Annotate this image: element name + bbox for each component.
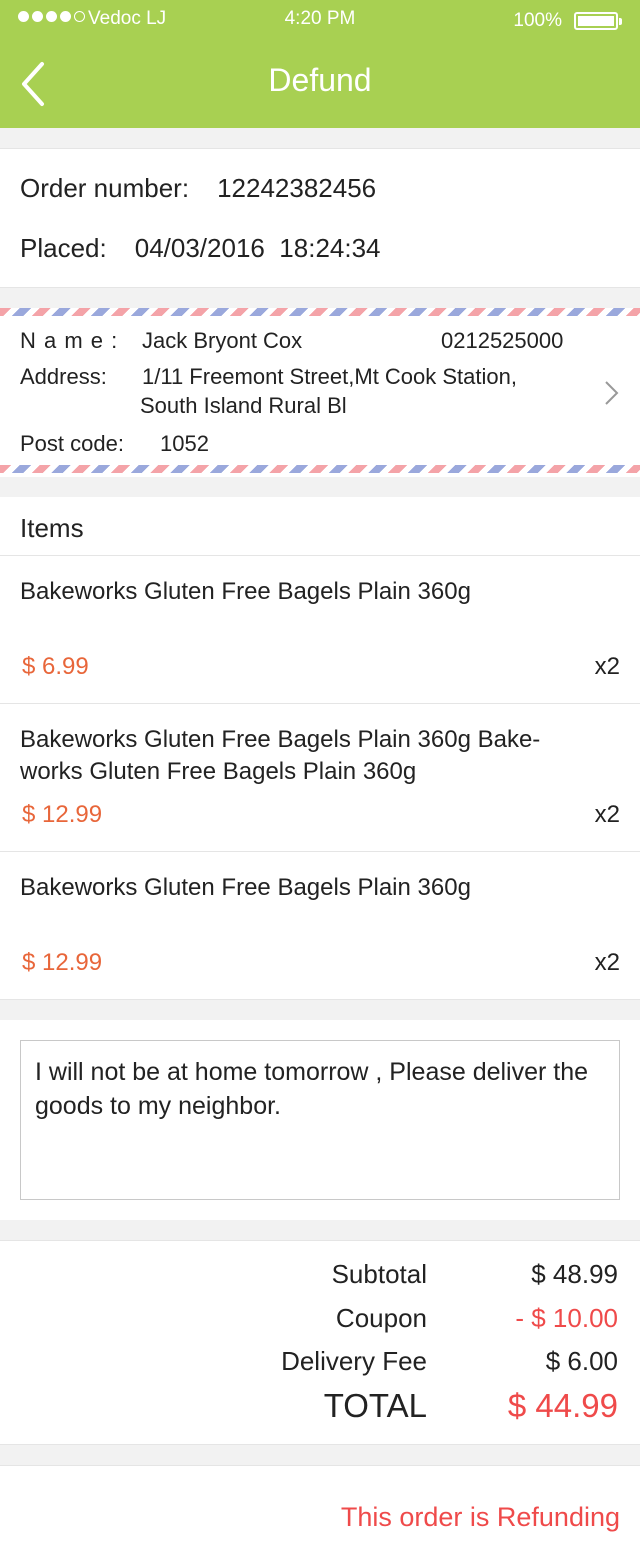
placed-label: Placed: bbox=[20, 233, 107, 263]
coupon-label: Coupon bbox=[335, 1303, 427, 1333]
address-card[interactable]: N a m e : Jack Bryont Cox 0212525000 Add… bbox=[0, 308, 640, 477]
delivery-fee-value: $ 6.00 bbox=[545, 1346, 618, 1376]
delivery-note-field[interactable]: I will not be at home tomorrow , Please … bbox=[20, 1040, 620, 1200]
list-item[interactable]: Bakeworks Gluten Free Bagels Plain 360g … bbox=[0, 555, 640, 703]
coupon-row: Coupon - $ 10.00 bbox=[0, 1303, 640, 1343]
item-name: Bakeworks Gluten Free Bagels Plain 360g … bbox=[20, 726, 541, 785]
address-line-1: 1/11 Freemont Street,Mt Cook Station, bbox=[142, 364, 517, 389]
item-price: $ 6.99 bbox=[22, 653, 89, 680]
battery-percent: 100% bbox=[513, 10, 562, 31]
placed-row: Placed: 04/03/2016 18:24:34 bbox=[20, 233, 381, 264]
delivery-fee-label: Delivery Fee bbox=[281, 1346, 427, 1376]
postcode-value: 1052 bbox=[160, 431, 209, 456]
item-name: Bakeworks Gluten Free Bagels Plain 360g bbox=[20, 874, 471, 901]
item-name: Bakeworks Gluten Free Bagels Plain 360g bbox=[20, 578, 471, 605]
subtotal-row: Subtotal $ 48.99 bbox=[0, 1259, 640, 1299]
order-number-label: Order number: bbox=[20, 173, 190, 203]
totals-card: Subtotal $ 48.99 Coupon - $ 10.00 Delive… bbox=[0, 1240, 640, 1445]
name-label: N a m e : bbox=[20, 328, 119, 353]
item-quantity: x2 bbox=[594, 653, 620, 680]
status-bar: Vedoc LJ 4:20 PM 100% bbox=[0, 8, 640, 32]
page-title: Defund bbox=[268, 62, 372, 98]
items-card: Items Bakeworks Gluten Free Bagels Plain… bbox=[0, 497, 640, 1000]
item-quantity: x2 bbox=[594, 949, 620, 976]
items-heading: Items bbox=[20, 513, 84, 543]
airmail-border-bottom bbox=[0, 465, 640, 473]
order-info-card: Order number: 12242382456 Placed: 04/03/20… bbox=[0, 148, 640, 288]
item-quantity: x2 bbox=[594, 801, 620, 828]
list-item[interactable]: Bakeworks Gluten Free Bagels Plain 360g … bbox=[0, 703, 640, 851]
item-price: $ 12.99 bbox=[22, 949, 103, 976]
order-status-card: This order is Refunding bbox=[0, 1465, 640, 1565]
list-item[interactable]: Bakeworks Gluten Free Bagels Plain 360g … bbox=[0, 851, 640, 999]
address-line-2: South Island Rural Bl bbox=[140, 393, 347, 418]
order-status-text: This order is Refunding bbox=[340, 1502, 620, 1532]
app-header: Vedoc LJ 4:20 PM 100% Defund bbox=[0, 0, 640, 128]
note-card: I will not be at home tomorrow , Please … bbox=[0, 1020, 640, 1220]
order-number-value: 12242382456 bbox=[217, 173, 377, 203]
total-value: $ 44.99 bbox=[507, 1387, 618, 1424]
subtotal-value: $ 48.99 bbox=[531, 1259, 618, 1289]
phone-number: 0212525000 bbox=[441, 328, 564, 353]
order-number-row: Order number: 12242382456 bbox=[20, 173, 376, 204]
delivery-fee-row: Delivery Fee $ 6.00 bbox=[0, 1346, 640, 1386]
subtotal-label: Subtotal bbox=[331, 1259, 427, 1289]
chevron-right-icon[interactable] bbox=[600, 378, 622, 408]
total-label: TOTAL bbox=[323, 1387, 427, 1424]
recipient-name: Jack Bryont Cox bbox=[142, 328, 303, 353]
total-row: TOTAL $ 44.99 bbox=[0, 1387, 640, 1427]
battery-icon bbox=[574, 12, 622, 30]
postcode-label: Post code: bbox=[20, 431, 124, 456]
address-label: Address: bbox=[20, 364, 107, 389]
coupon-value: - $ 10.00 bbox=[515, 1303, 618, 1333]
item-price: $ 12.99 bbox=[22, 801, 103, 828]
placed-value: 04/03/2016 18:24:34 bbox=[134, 233, 381, 263]
airmail-border-top bbox=[0, 308, 640, 316]
